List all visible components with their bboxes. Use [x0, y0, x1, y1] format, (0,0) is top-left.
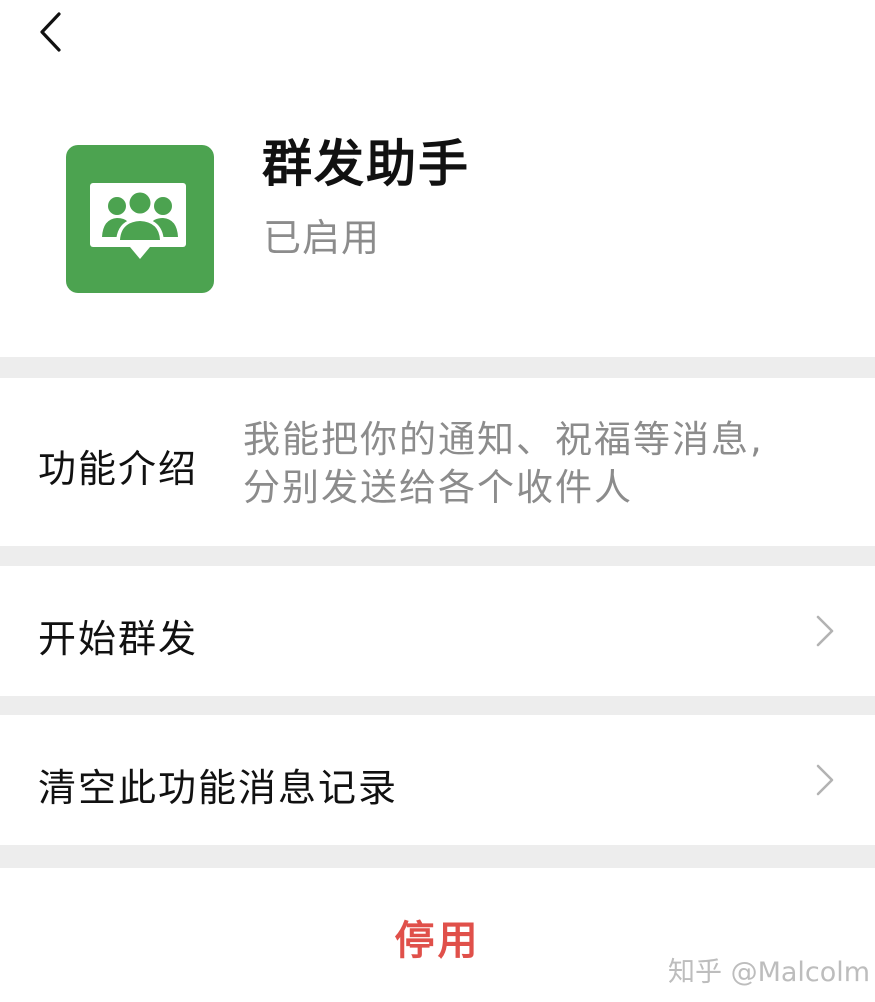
clear-records-row[interactable]: 清空此功能消息记录	[0, 715, 875, 845]
app-icon	[66, 145, 214, 293]
intro-text-line1: 我能把你的通知、祝福等消息,	[243, 418, 764, 461]
start-broadcast-row[interactable]: 开始群发	[0, 566, 875, 696]
intro-label: 功能介绍	[38, 447, 199, 491]
intro-section: 功能介绍 我能把你的通知、祝福等消息, 分别发送给各个收件人	[0, 378, 875, 546]
group-chat-icon	[90, 183, 186, 259]
clear-records-label: 清空此功能消息记录	[38, 766, 399, 810]
watermark: 知乎 @Malcolm	[668, 957, 871, 988]
start-broadcast-label: 开始群发	[38, 617, 199, 661]
chevron-right-icon	[816, 764, 834, 796]
chevron-left-icon[interactable]	[28, 8, 76, 56]
app-title: 群发助手	[262, 135, 470, 193]
intro-text: 我能把你的通知、祝福等消息, 分别发送给各个收件人	[243, 416, 843, 512]
app-status: 已启用	[263, 216, 381, 260]
header: 群发助手 已启用	[0, 0, 875, 357]
intro-text-line2: 分别发送给各个收件人	[243, 466, 633, 509]
chevron-right-icon	[816, 615, 834, 647]
